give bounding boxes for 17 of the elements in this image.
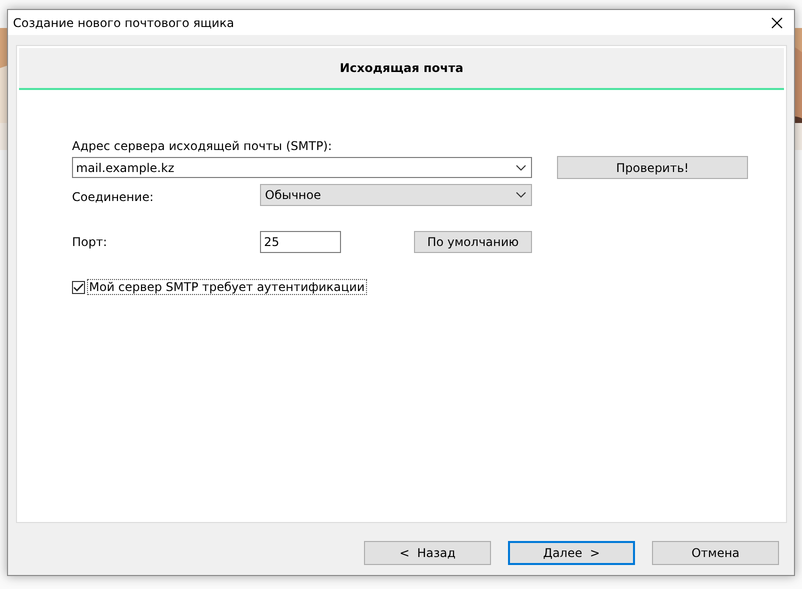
page-title: Исходящая почта xyxy=(340,61,464,75)
window-title: Создание нового почтового ящика xyxy=(13,16,234,30)
field-label: Адрес сервера исходящей почты (SMTP): xyxy=(72,139,333,153)
back-button[interactable]: < Назад xyxy=(364,541,491,565)
cancel-button[interactable]: Отмена xyxy=(652,541,779,565)
field-label: Порт: xyxy=(72,235,108,249)
default-button[interactable]: По умолчанию xyxy=(414,231,532,253)
connection-dropdown[interactable]: Обычное xyxy=(260,184,532,206)
chevron-down-icon xyxy=(516,192,526,198)
chevron-down-icon xyxy=(516,164,526,170)
server-combo-box[interactable]: mail.example.kz xyxy=(72,157,532,178)
checkbox-label[interactable]: Мой сервер SMTP требует аутентификации xyxy=(88,280,366,294)
field-label: Соединение: xyxy=(72,190,154,204)
next-button[interactable]: Далее > xyxy=(508,541,635,565)
port-field[interactable]: 25 xyxy=(260,231,341,253)
check-button[interactable]: Проверить! xyxy=(557,156,748,179)
checkbox[interactable] xyxy=(72,280,85,294)
